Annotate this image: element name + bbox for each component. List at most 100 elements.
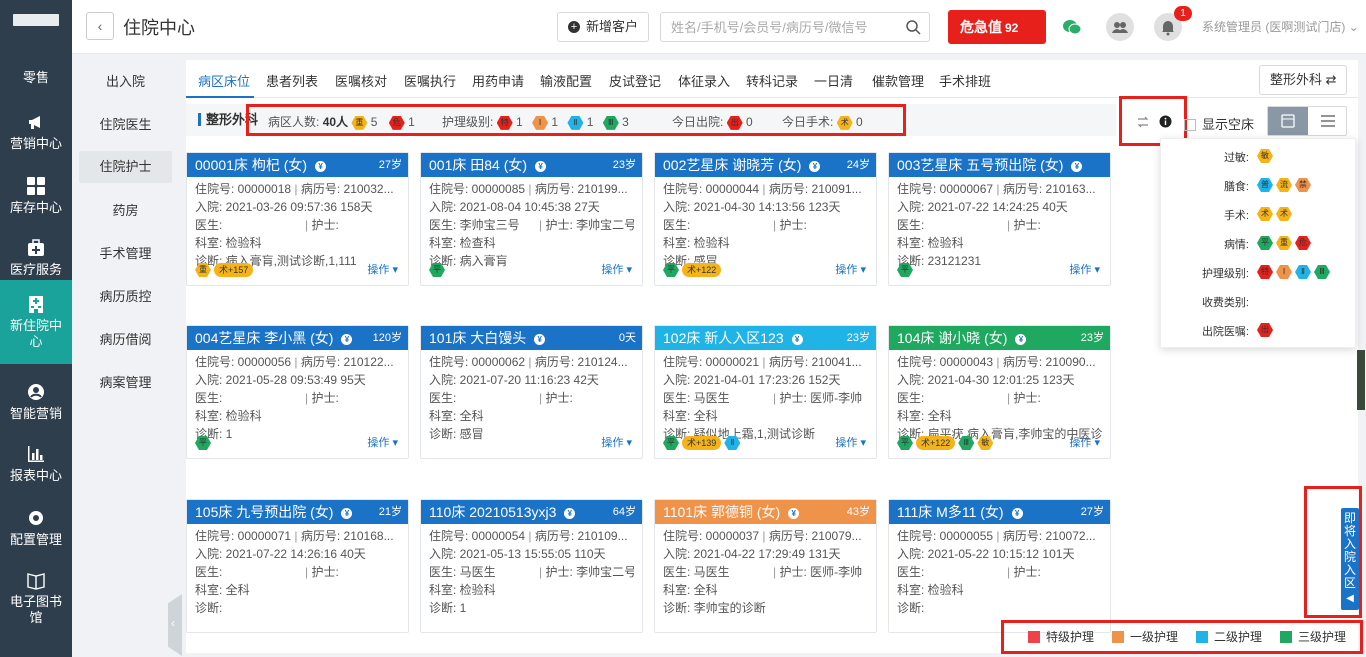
bed-card-header[interactable]: 102床 新人入区123 ¥23岁 bbox=[655, 326, 876, 350]
bed-title: 004艺星床 李小黑 (女) bbox=[195, 330, 334, 346]
bed-card[interactable]: 00001床 枸杞 (女) ¥27岁 住院号: 00000018 | 病历号: 21… bbox=[186, 152, 409, 286]
tab-9[interactable]: 一日清 bbox=[814, 71, 853, 90]
tab-5[interactable]: 输液配置 bbox=[540, 71, 592, 90]
legend-icons: 术术 bbox=[1257, 207, 1295, 221]
bed-card-header[interactable]: 002艺星床 谢晓芳 (女) ¥24岁 bbox=[655, 153, 876, 177]
bed-card[interactable]: 001床 田84 (女) ¥23岁 住院号: 00000085 | 病历号: 210… bbox=[420, 152, 643, 286]
sidebar-item-1[interactable]: 营销中心 bbox=[0, 104, 72, 154]
bed-card[interactable]: 003艺星床 五号预出院 (女) ¥ 住院号: 00000067 | 病历号: 21… bbox=[888, 152, 1111, 286]
bed-card-header[interactable]: 003艺星床 五号预出院 (女) ¥ bbox=[889, 153, 1110, 177]
sidebar: 零售营销中心库存中心医疗服务新住院中心智能营销报表中心配置管理电子图书馆 bbox=[0, 0, 72, 657]
subnav-item-7[interactable]: 病案管理 bbox=[79, 361, 172, 404]
bed-card[interactable]: 002艺星床 谢晓芳 (女) ¥24岁 住院号: 00000044 | 病历号: 2… bbox=[654, 152, 877, 286]
stats-highlight-box bbox=[246, 104, 906, 136]
bed-card[interactable]: 101床 大白馒头 ¥0天 住院号: 00000062 | 病历号: 210124.… bbox=[420, 325, 643, 459]
sidebar-item-2[interactable]: 库存中心 bbox=[0, 168, 72, 218]
bed-tags: 平 bbox=[429, 262, 448, 277]
card-action-menu[interactable]: 操作 ▾ bbox=[835, 434, 866, 450]
bed-card[interactable]: 1101床 郭德铜 (女) ¥43岁 住院号: 00000037 | 病历号: 21… bbox=[654, 499, 877, 633]
bed-card-body: 住院号: 00000054 | 病历号: 210109... 入院: 2021-0… bbox=[421, 524, 642, 620]
bed-card-header[interactable]: 105床 九号预出院 (女) ¥21岁 bbox=[187, 500, 408, 524]
bed-card-header[interactable]: 001床 田84 (女) ¥23岁 bbox=[421, 153, 642, 177]
sidebar-item-8[interactable]: 电子图书馆 bbox=[0, 562, 72, 632]
info-icon[interactable] bbox=[1159, 115, 1172, 128]
sidebar-item-4[interactable]: 新住院中心 bbox=[0, 280, 72, 364]
sidebar-item-5[interactable]: 智能营销 bbox=[0, 374, 72, 424]
card-action-menu[interactable]: 操作 ▾ bbox=[367, 434, 398, 450]
scrollbar[interactable] bbox=[1357, 350, 1365, 410]
list-view-button[interactable] bbox=[1308, 107, 1348, 135]
sidebar-item-label: 新住院中心 bbox=[9, 318, 62, 349]
tab-4[interactable]: 用药申请 bbox=[472, 71, 524, 90]
bed-card-header[interactable]: 00001床 枸杞 (女) ¥27岁 bbox=[187, 153, 408, 177]
bed-card[interactable]: 105床 九号预出院 (女) ¥21岁 住院号: 00000071 | 病历号: 2… bbox=[186, 499, 409, 633]
danger-value-button[interactable]: 危急值 92 bbox=[948, 10, 1046, 44]
swap-icon[interactable] bbox=[1136, 115, 1150, 129]
user-menu[interactable]: 系统管理员 (医啊测试门店) ⌄ bbox=[1202, 18, 1359, 35]
doctor-nurse-row: 医生: | 护士: bbox=[195, 391, 339, 405]
bed-card-header[interactable]: 104床 谢小晓 (女) ¥23岁 bbox=[889, 326, 1110, 350]
search-icon[interactable] bbox=[905, 19, 921, 35]
subnav-item-5[interactable]: 病历质控 bbox=[79, 275, 172, 318]
bed-card[interactable]: 102床 新人入区123 ¥23岁 住院号: 00000021 | 病历号: 210… bbox=[654, 325, 877, 459]
card-action-menu[interactable]: 操作 ▾ bbox=[1069, 261, 1100, 277]
patient-age: 120岁 bbox=[372, 332, 402, 344]
sidebar-item-7[interactable]: 配置管理 bbox=[0, 500, 72, 550]
bed-card[interactable]: 104床 谢小晓 (女) ¥23岁 住院号: 00000043 | 病历号: 210… bbox=[888, 325, 1111, 459]
sidebar-item-6[interactable]: 报表中心 bbox=[0, 436, 72, 486]
doctor-nurse-row: 医生: | 护士: bbox=[195, 565, 339, 579]
bed-card[interactable]: 111床 M多11 (女) ¥27岁 住院号: 00000055 | 病历号: 21… bbox=[888, 499, 1111, 633]
wechat-icon[interactable] bbox=[1058, 13, 1086, 41]
card-action-menu[interactable]: 操作 ▾ bbox=[601, 261, 632, 277]
legend-badge: Ⅱ bbox=[1295, 265, 1311, 279]
subnav-item-4[interactable]: 手术管理 bbox=[79, 232, 172, 275]
status-badge: 平 bbox=[195, 436, 211, 450]
bed-card-header[interactable]: 1101床 郭德铜 (女) ¥43岁 bbox=[655, 500, 876, 524]
subnav-item-2[interactable]: 住院护士 bbox=[79, 151, 172, 183]
sidebar-item-0[interactable]: 零售 bbox=[0, 66, 72, 96]
danger-label: 危急值 bbox=[960, 19, 1002, 35]
department-switch-button[interactable]: 整形外科 ⇄ bbox=[1259, 65, 1347, 95]
bed-card-header[interactable]: 101床 大白馒头 ¥0天 bbox=[421, 326, 642, 350]
bed-card-header[interactable]: 004艺星床 李小黑 (女) ¥120岁 bbox=[187, 326, 408, 350]
legend-badge: 禁 bbox=[1295, 178, 1311, 192]
upcoming-admission-drawer[interactable]: 即将入院入区 ◀ bbox=[1341, 508, 1359, 610]
legend-badge: 出 bbox=[1257, 323, 1273, 337]
card-action-menu[interactable]: 操作 ▾ bbox=[1069, 434, 1100, 450]
tab-6[interactable]: 皮试登记 bbox=[609, 71, 661, 90]
sidebar-item-label: 零售 bbox=[22, 70, 49, 85]
page-title: 住院中心 bbox=[123, 18, 195, 38]
card-view-button[interactable] bbox=[1268, 107, 1308, 135]
bed-card[interactable]: 004艺星床 李小黑 (女) ¥120岁 住院号: 00000056 | 病历号: … bbox=[186, 325, 409, 459]
tab-0[interactable]: 病区床位 bbox=[198, 71, 250, 90]
card-action-menu[interactable]: 操作 ▾ bbox=[601, 434, 632, 450]
tab-1[interactable]: 患者列表 bbox=[266, 71, 318, 90]
bed-tags: 重术+157 bbox=[195, 262, 256, 277]
subnav-item-1[interactable]: 住院医生 bbox=[79, 103, 172, 146]
patient-age: 27岁 bbox=[378, 159, 402, 171]
collapse-panel-handle[interactable]: ‹ bbox=[168, 594, 182, 656]
sidebar-item-label: 智能营销 bbox=[9, 406, 62, 421]
bed-card-header[interactable]: 111床 M多11 (女) ¥27岁 bbox=[889, 500, 1110, 524]
tab-7[interactable]: 体征录入 bbox=[678, 71, 730, 90]
status-badge: 平 bbox=[663, 263, 679, 277]
tab-2[interactable]: 医嘱核对 bbox=[335, 71, 387, 90]
tab-11[interactable]: 手术排班 bbox=[939, 71, 991, 90]
card-action-menu[interactable]: 操作 ▾ bbox=[367, 261, 398, 277]
new-customer-button[interactable]: + 新增客户 bbox=[557, 12, 649, 42]
tab-3[interactable]: 医嘱执行 bbox=[404, 71, 456, 90]
subnav-item-6[interactable]: 病历借阅 bbox=[79, 318, 172, 361]
bed-card-header[interactable]: 110床 20210513yxj3 ¥64岁 bbox=[421, 500, 642, 524]
admission-date: 入院: 2021-04-22 17:29:49 131天 bbox=[663, 547, 841, 561]
search-input[interactable] bbox=[661, 13, 891, 41]
sidebar-item-3[interactable]: 医疗服务 bbox=[0, 230, 72, 280]
back-button[interactable]: ‹ bbox=[86, 12, 114, 40]
bed-card[interactable]: 110床 20210513yxj3 ¥64岁 住院号: 00000054 | 病历号… bbox=[420, 499, 643, 633]
show-empty-beds-checkbox[interactable]: 显示空床 bbox=[1184, 114, 1254, 133]
subnav-item-0[interactable]: 出入院 bbox=[79, 60, 172, 103]
card-action-menu[interactable]: 操作 ▾ bbox=[835, 261, 866, 277]
tab-8[interactable]: 转科记录 bbox=[746, 71, 798, 90]
tab-10[interactable]: 催款管理 bbox=[872, 71, 924, 90]
subnav-item-3[interactable]: 药房 bbox=[79, 189, 172, 232]
group-users-icon[interactable] bbox=[1106, 13, 1134, 41]
